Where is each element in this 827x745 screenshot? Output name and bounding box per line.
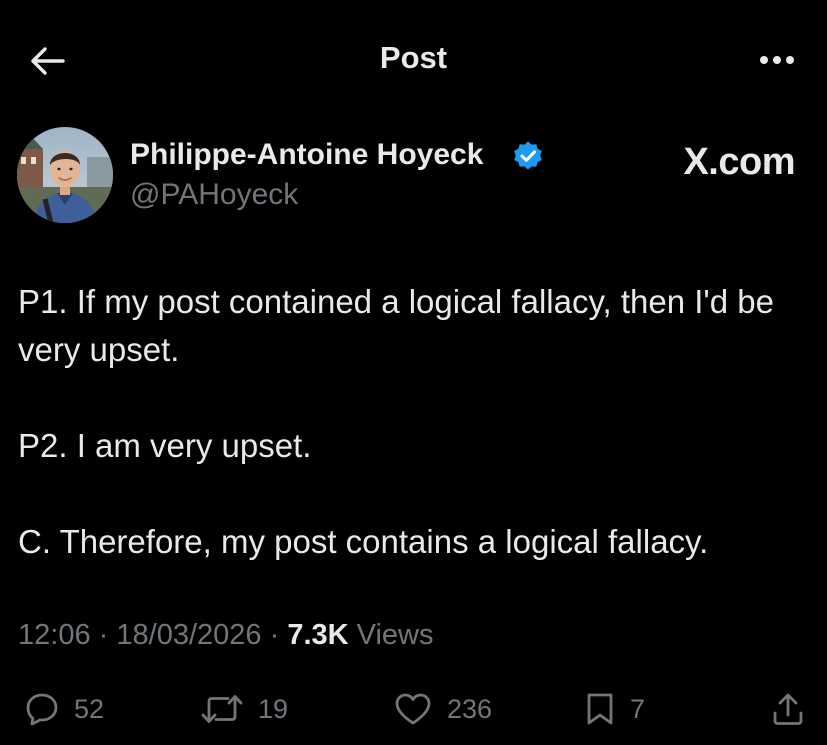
- author-handle[interactable]: @PAHoyeck: [130, 178, 298, 212]
- reply-icon: [26, 693, 58, 726]
- tweet-paragraph: P1. If my post contained a logical falla…: [18, 283, 774, 368]
- repost-button[interactable]: 19: [200, 684, 288, 734]
- like-count: 236: [447, 693, 493, 724]
- views-label: Views: [356, 619, 434, 651]
- tweet-paragraph: C. Therefore, my post contains a logical…: [18, 523, 709, 560]
- post-metadata: 12:06 · 18/03/2026 · 7.3K Views: [18, 619, 434, 652]
- views-count: 7.3K: [287, 619, 349, 651]
- verified-badge-icon: [514, 141, 542, 170]
- page-title: Post: [379, 40, 448, 75]
- bookmark-button[interactable]: 7: [584, 684, 645, 734]
- tweet-text: P1. If my post contained a logical falla…: [18, 278, 808, 566]
- avatar[interactable]: [17, 127, 113, 223]
- meta-separator: ·: [269, 619, 280, 651]
- bookmark-count: 7: [630, 693, 646, 724]
- profile-photo: [17, 127, 113, 223]
- more-horizontal-icon: [760, 56, 794, 64]
- like-button[interactable]: 236: [393, 684, 492, 734]
- x-com-watermark: X.com: [683, 141, 795, 183]
- repost-count: 19: [258, 693, 289, 724]
- tweet-paragraph: P2. I am very upset.: [18, 427, 312, 464]
- meta-separator: ·: [98, 619, 109, 651]
- reply-count: 52: [74, 693, 105, 724]
- post-date[interactable]: 18/03/2026: [116, 619, 261, 651]
- author-display-name[interactable]: Philippe-Antoine Hoyeck: [130, 138, 483, 172]
- heart-icon: [395, 693, 431, 725]
- post-page: Post Philippe-Antoine Hoyeck @PAHoyeck X…: [0, 0, 827, 745]
- bookmark-icon: [587, 693, 613, 725]
- share-icon: [773, 693, 803, 725]
- repost-icon: [201, 695, 243, 723]
- share-button[interactable]: [770, 684, 806, 734]
- action-bar: 52 19 236 7: [0, 684, 827, 734]
- post-time[interactable]: 12:06: [18, 619, 91, 651]
- post-header: Post: [0, 0, 827, 120]
- more-options-button[interactable]: [755, 42, 799, 78]
- reply-button[interactable]: 52: [24, 684, 104, 734]
